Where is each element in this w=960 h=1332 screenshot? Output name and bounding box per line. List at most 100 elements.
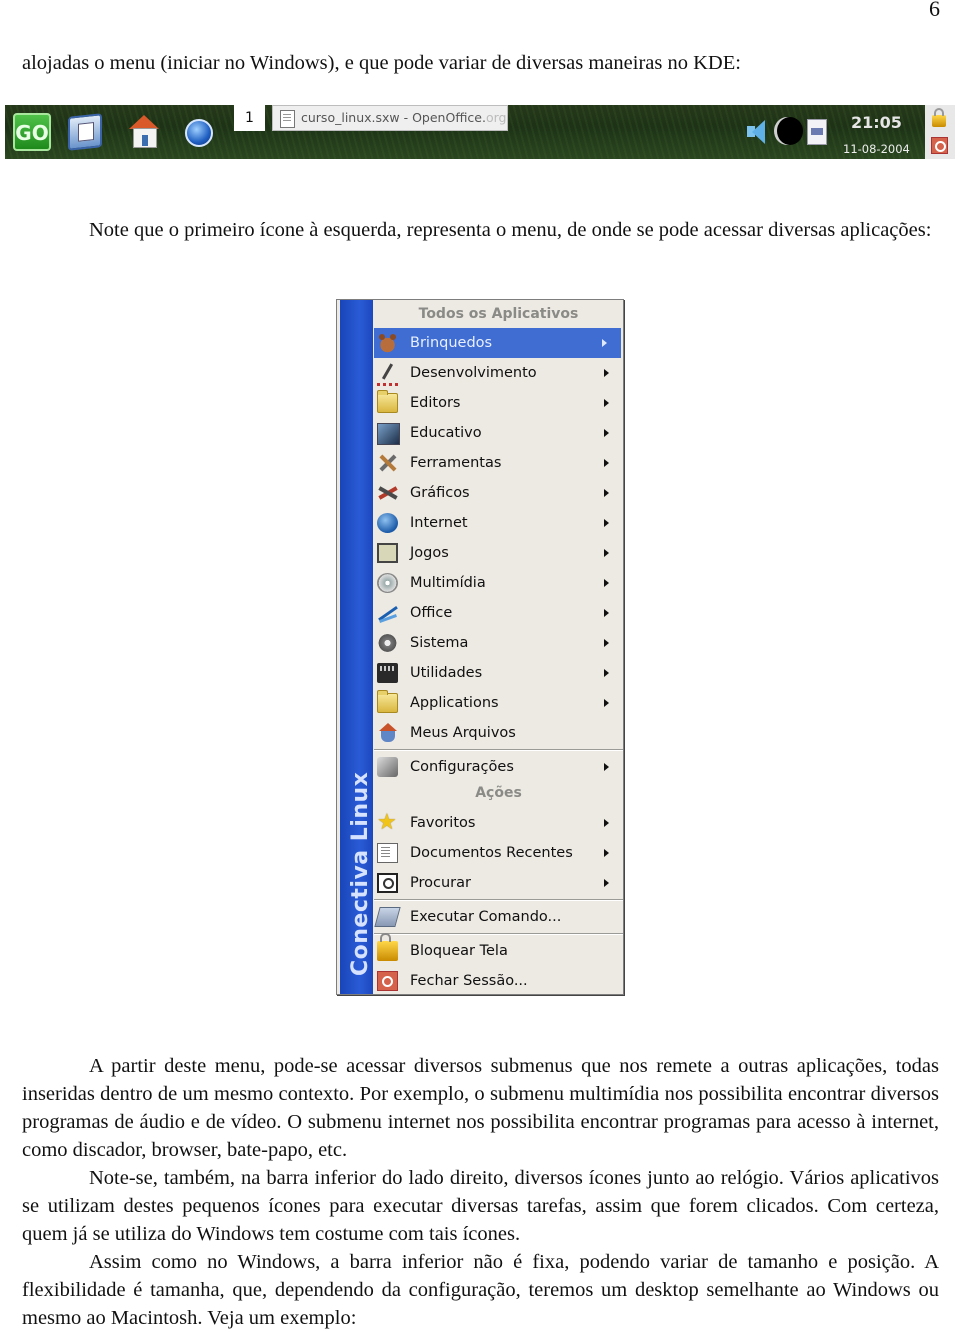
menu-item-label: Internet bbox=[410, 515, 468, 531]
logout-icon[interactable] bbox=[931, 137, 948, 154]
menu-item-educativo[interactable]: Educativo bbox=[374, 418, 623, 448]
menu-item-label: Favoritos bbox=[410, 815, 476, 831]
submenu-arrow-icon bbox=[604, 489, 609, 497]
clock-date[interactable]: 11-08-2004 bbox=[843, 142, 910, 156]
teddy-bear-icon bbox=[377, 333, 398, 353]
internet-icon bbox=[377, 513, 398, 533]
menu-item-label: Editors bbox=[410, 395, 461, 411]
paragraph-menu-note: Note que o primeiro ícone à esquerda, re… bbox=[89, 219, 932, 241]
lock-icon[interactable] bbox=[932, 108, 946, 127]
task-title-faded: org bbox=[485, 110, 507, 125]
settings-icon bbox=[377, 757, 398, 777]
menu-sidebar-brand: Conectiva Linux bbox=[348, 771, 373, 976]
menu-item-meus-arquivos[interactable]: Meus Arquivos bbox=[374, 718, 623, 748]
menu-item-label: Applications bbox=[410, 695, 499, 711]
home-icon[interactable] bbox=[127, 115, 163, 151]
paragraph-intro: alojadas o menu (iniciar no Windows), e … bbox=[22, 52, 741, 74]
menu-item-label: Procurar bbox=[410, 875, 471, 891]
desktop-icon[interactable] bbox=[68, 113, 102, 151]
document-icon bbox=[280, 110, 295, 128]
taskbar-side-panel bbox=[925, 105, 955, 159]
lock-icon bbox=[377, 933, 398, 961]
menu-separator bbox=[374, 749, 623, 751]
menu-item-label: Utilidades bbox=[410, 665, 483, 681]
menu-item-editors[interactable]: Editors bbox=[374, 388, 623, 418]
submenu-arrow-icon bbox=[604, 699, 609, 707]
menu-item-label: Bloquear Tela bbox=[410, 943, 508, 959]
menu-item-label: Fechar Sessão... bbox=[410, 973, 528, 989]
utilities-icon bbox=[377, 663, 398, 683]
submenu-arrow-icon bbox=[604, 519, 609, 527]
menu-sidebar: Conectiva Linux bbox=[340, 300, 373, 994]
menu-item-label: Documentos Recentes bbox=[410, 845, 573, 861]
menu-item-office[interactable]: Office bbox=[374, 598, 623, 628]
submenu-arrow-icon bbox=[604, 609, 609, 617]
education-icon bbox=[377, 423, 400, 445]
menu-item-configuracoes[interactable]: Configurações bbox=[374, 752, 623, 782]
menu-item-executar-comando[interactable]: Executar Comando... bbox=[374, 902, 623, 932]
menu-section-title: Ações bbox=[475, 785, 522, 801]
menu-item-label: Brinquedos bbox=[410, 335, 493, 351]
menu-item-internet[interactable]: Internet bbox=[374, 508, 623, 538]
submenu-arrow-icon bbox=[604, 369, 609, 377]
submenu-arrow-icon bbox=[604, 459, 609, 467]
menu-item-label: Configurações bbox=[410, 759, 514, 775]
menu-item-utilidades[interactable]: Utilidades bbox=[374, 658, 623, 688]
logout-icon bbox=[377, 971, 398, 991]
folder-icon bbox=[377, 390, 398, 413]
moon-icon[interactable] bbox=[777, 117, 803, 145]
menu-item-applications[interactable]: Applications bbox=[374, 688, 623, 718]
body-text: A partir deste menu, pode-se acessar div… bbox=[22, 1052, 939, 1332]
menu-item-brinquedos[interactable]: Brinquedos bbox=[374, 328, 621, 358]
menu-item-fechar-sessao[interactable]: Fechar Sessão... bbox=[374, 966, 623, 996]
page-number: 6 bbox=[929, 0, 940, 21]
submenu-arrow-icon bbox=[604, 579, 609, 587]
menu-item-ferramentas[interactable]: Ferramentas bbox=[374, 448, 623, 478]
menu-item-graficos[interactable]: Gráficos bbox=[374, 478, 623, 508]
taskbar-window-button[interactable]: curso_linux.sxw - OpenOffice.org bbox=[272, 105, 508, 131]
submenu-arrow-icon bbox=[604, 669, 609, 677]
speaker-icon[interactable] bbox=[745, 119, 771, 145]
kde-application-menu: Conectiva Linux Todos os Aplicativos Bri… bbox=[336, 299, 624, 995]
menu-item-desenvolvimento[interactable]: Desenvolvimento bbox=[374, 358, 623, 388]
multimedia-icon bbox=[377, 573, 398, 593]
window-icon[interactable] bbox=[807, 119, 827, 145]
menu-item-bloquear-tela[interactable]: Bloquear Tela bbox=[374, 933, 623, 966]
menu-item-label: Ferramentas bbox=[410, 455, 502, 471]
go-menu-button[interactable]: GO bbox=[13, 113, 51, 151]
kde-taskbar: GO 1 curso_linux.sxw - OpenOffice.org 21… bbox=[5, 105, 925, 159]
home-icon bbox=[377, 723, 398, 743]
browser-globe-icon[interactable] bbox=[185, 119, 213, 147]
recent-documents-icon bbox=[377, 843, 398, 863]
menu-item-label: Educativo bbox=[410, 425, 482, 441]
submenu-arrow-icon bbox=[604, 763, 609, 771]
submenu-arrow-icon bbox=[604, 879, 609, 887]
folder-icon bbox=[377, 690, 398, 713]
menu-item-favoritos[interactable]: ★ Favoritos bbox=[374, 808, 623, 838]
menu-separator bbox=[374, 899, 623, 901]
menu-item-label: Desenvolvimento bbox=[410, 365, 537, 381]
submenu-arrow-icon bbox=[604, 429, 609, 437]
paragraph-tray-icons: Note-se, também, na barra inferior do la… bbox=[22, 1167, 939, 1245]
menu-item-label: Jogos bbox=[410, 545, 449, 561]
menu-section-title: Todos os Aplicativos bbox=[418, 306, 579, 322]
menu-item-multimidia[interactable]: Multimídia bbox=[374, 568, 623, 598]
menu-item-jogos[interactable]: Jogos bbox=[374, 538, 623, 568]
menu-separator bbox=[374, 933, 623, 935]
submenu-arrow-icon bbox=[602, 339, 607, 347]
games-icon bbox=[377, 543, 398, 563]
menu-item-procurar[interactable]: Procurar bbox=[374, 868, 623, 898]
paragraph-flexibility: Assim como no Windows, a barra inferior … bbox=[22, 1251, 939, 1329]
clock-time[interactable]: 21:05 bbox=[851, 113, 902, 132]
menu-item-sistema[interactable]: Sistema bbox=[374, 628, 623, 658]
development-icon bbox=[377, 363, 398, 386]
menu-item-documentos-recentes[interactable]: Documentos Recentes bbox=[374, 838, 623, 868]
menu-item-label: Office bbox=[410, 605, 453, 621]
menu-item-label: Gráficos bbox=[410, 485, 470, 501]
menu-list: Todos os Aplicativos Brinquedos Desenvol… bbox=[374, 300, 623, 996]
virtual-desktop-pager[interactable]: 1 bbox=[234, 105, 265, 131]
menu-item-label: Executar Comando... bbox=[410, 909, 562, 925]
system-icon bbox=[377, 633, 398, 653]
star-icon: ★ bbox=[377, 810, 397, 835]
graphics-icon bbox=[377, 483, 398, 503]
